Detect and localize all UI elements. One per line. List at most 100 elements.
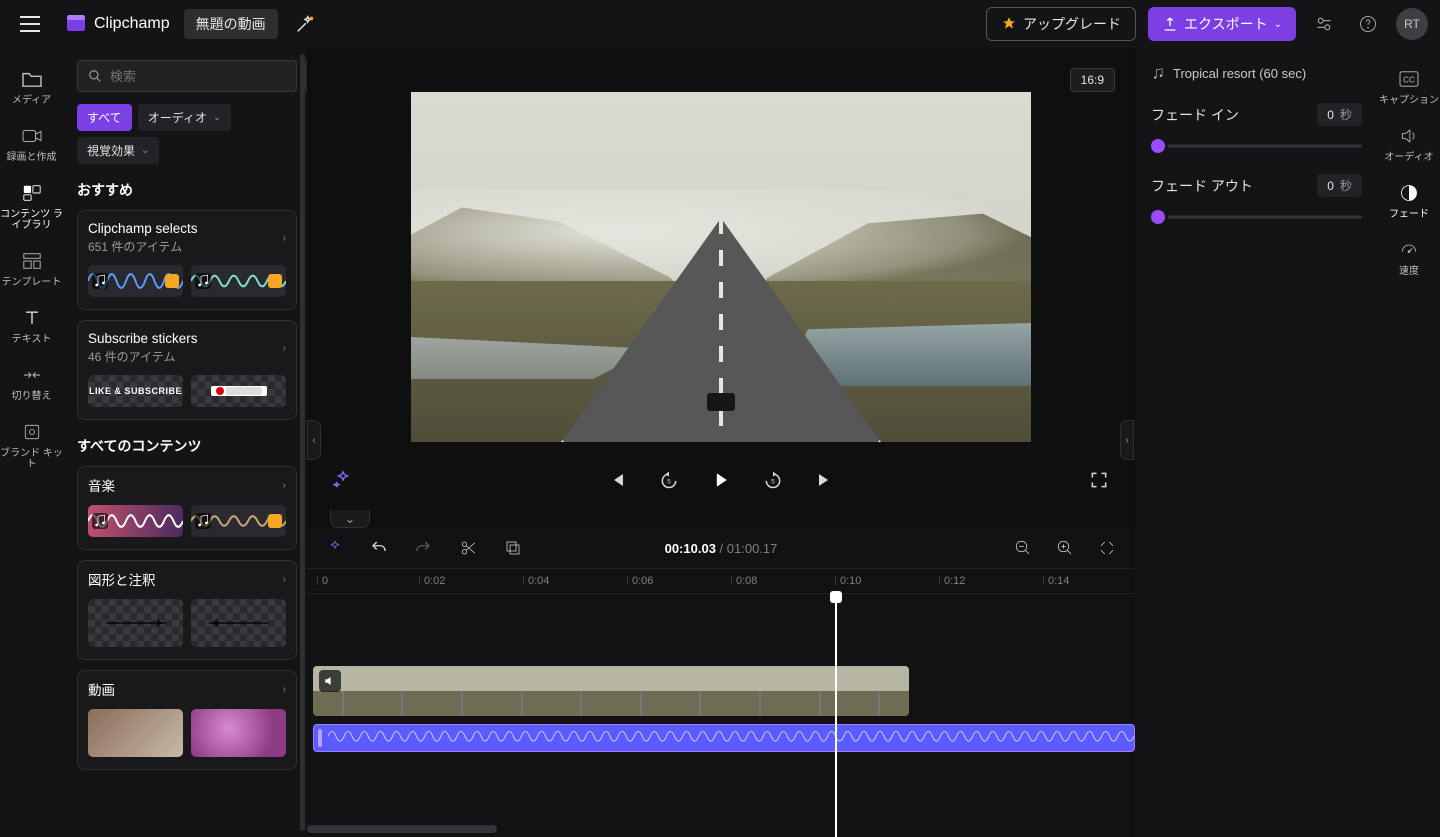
timeline-tracks[interactable] <box>307 594 1135 837</box>
audio-thumb[interactable] <box>88 505 183 537</box>
rail-speed[interactable]: 速度 <box>1378 229 1440 286</box>
rail-transitions[interactable]: 切り替え <box>0 354 63 411</box>
upgrade-button[interactable]: アップグレード <box>986 7 1136 41</box>
audio-clip[interactable] <box>313 724 1135 752</box>
rail-media[interactable]: メディア <box>0 58 63 115</box>
sticker-thumb[interactable] <box>191 375 286 407</box>
audio-thumb[interactable] <box>191 265 286 297</box>
rail-speed-label: 速度 <box>1399 266 1419 277</box>
filter-all[interactable]: すべて <box>77 104 132 131</box>
magic-wand-icon[interactable] <box>294 13 316 35</box>
hamburger-menu[interactable] <box>12 6 48 42</box>
preview-stage: 16:9 5 5 <box>307 48 1135 528</box>
forward-5-button[interactable]: 5 <box>759 466 787 494</box>
project-title[interactable]: 無題の動画 <box>184 9 278 39</box>
aspect-ratio-button[interactable]: 16:9 <box>1070 68 1115 92</box>
fade-in-row: フェード イン 0 秒 <box>1151 103 1362 152</box>
duplicate-button[interactable] <box>499 534 527 562</box>
rewind-5-button[interactable]: 5 <box>655 466 683 494</box>
content-library-panel: すべて オーディオ⌄ 視覚効果⌄ おすすめ Clipchamp selects … <box>63 48 307 837</box>
redo-button[interactable] <box>409 534 437 562</box>
library-search[interactable] <box>77 60 297 92</box>
music-note-icon <box>1151 67 1165 81</box>
play-button[interactable] <box>707 466 735 494</box>
rail-text[interactable]: テキスト <box>0 297 63 354</box>
zoom-out-button[interactable] <box>1009 534 1037 562</box>
fade-in-slider[interactable] <box>1151 140 1362 152</box>
ruler-tick: 0:04 <box>523 575 549 587</box>
fade-out-label: フェード アウト <box>1151 176 1253 196</box>
export-label: エクスポート <box>1184 14 1268 34</box>
rail-media-label: メディア <box>12 95 51 106</box>
rail-content-library[interactable]: コンテンツ ライブラリ <box>0 172 63 240</box>
category-video[interactable]: 動画 › <box>77 670 297 770</box>
music-note-icon <box>92 273 108 289</box>
rail-templates-label: テンプレート <box>2 277 62 288</box>
premium-badge-icon <box>268 514 282 528</box>
pack-subtitle: 651 件のアイテム <box>88 238 198 255</box>
app-logo[interactable]: Clipchamp <box>66 14 170 34</box>
svg-text:CC: CC <box>1403 76 1415 85</box>
video-thumb[interactable] <box>191 709 286 757</box>
svg-text:5: 5 <box>771 478 775 485</box>
playhead[interactable] <box>835 594 837 837</box>
video-clip[interactable] <box>313 666 909 716</box>
fade-out-value[interactable]: 0 秒 <box>1317 174 1362 197</box>
fade-in-label: フェード イン <box>1151 105 1239 125</box>
ruler-tick: 0:10 <box>835 575 861 587</box>
audio-thumb[interactable] <box>191 505 286 537</box>
selected-clip-name: Tropical resort (60 sec) <box>1151 66 1362 81</box>
rail-captions[interactable]: CC キャプション <box>1378 58 1440 115</box>
fade-out-slider[interactable] <box>1151 211 1362 223</box>
ai-sparkle-button[interactable] <box>329 466 357 494</box>
rail-audio[interactable]: オーディオ <box>1378 115 1440 172</box>
chevron-right-icon: › <box>283 343 286 354</box>
video-thumb[interactable] <box>88 709 183 757</box>
filter-visual[interactable]: 視覚効果⌄ <box>77 137 159 164</box>
clip-audio-icon[interactable] <box>319 670 341 692</box>
library-scrollbar[interactable] <box>300 54 305 831</box>
skip-start-button[interactable] <box>603 466 631 494</box>
shape-thumb[interactable] <box>191 599 286 647</box>
right-rail: CC キャプション オーディオ フェード 速度 <box>1378 48 1440 837</box>
rail-fade-label: フェード <box>1389 209 1429 220</box>
video-preview[interactable] <box>411 92 1031 442</box>
category-shapes[interactable]: 図形と注釈 › <box>77 560 297 660</box>
rail-record[interactable]: 録画と作成 <box>0 115 63 172</box>
category-music[interactable]: 音楽 › <box>77 466 297 550</box>
timeline-collapse-toggle[interactable]: ⌄ <box>330 510 370 528</box>
audio-thumb[interactable] <box>88 265 183 297</box>
rail-brand-kit[interactable]: ブランド キット <box>0 411 63 479</box>
zoom-in-button[interactable] <box>1051 534 1079 562</box>
settings-icon[interactable] <box>1308 8 1340 40</box>
help-icon[interactable] <box>1352 8 1384 40</box>
user-avatar[interactable]: RT <box>1396 8 1428 40</box>
rail-templates[interactable]: テンプレート <box>0 240 63 297</box>
pack-title: Subscribe stickers <box>88 331 198 346</box>
category-title: 動画 <box>88 679 115 699</box>
pack-title: Clipchamp selects <box>88 221 198 236</box>
music-note-icon <box>92 513 108 529</box>
time-total: 01:00.17 <box>727 541 778 556</box>
transport-controls: 5 5 <box>307 456 1135 504</box>
timeline: 00:10.03 / 01:00.17 0 0:02 0:04 0:06 0:0… <box>307 528 1135 837</box>
skip-end-button[interactable] <box>811 466 839 494</box>
rail-fade[interactable]: フェード <box>1378 172 1440 229</box>
split-button[interactable] <box>455 534 483 562</box>
undo-button[interactable] <box>365 534 393 562</box>
library-search-input[interactable] <box>110 69 286 84</box>
pack-subscribe-stickers[interactable]: Subscribe stickers 46 件のアイテム › LIKE & SU… <box>77 320 297 420</box>
shape-thumb[interactable] <box>88 599 183 647</box>
upgrade-label: アップグレード <box>1023 14 1121 34</box>
fade-in-value[interactable]: 0 秒 <box>1317 103 1362 126</box>
zoom-fit-button[interactable] <box>1093 534 1121 562</box>
music-note-icon <box>195 513 211 529</box>
sticker-thumb[interactable]: LIKE & SUBSCRIBE <box>88 375 183 407</box>
pack-clipchamp-selects[interactable]: Clipchamp selects 651 件のアイテム › <box>77 210 297 310</box>
fullscreen-button[interactable] <box>1085 466 1113 494</box>
timeline-ruler[interactable]: 0 0:02 0:04 0:06 0:08 0:10 0:12 0:14 <box>307 568 1135 594</box>
filter-audio[interactable]: オーディオ⌄ <box>138 104 232 131</box>
ai-timeline-button[interactable] <box>321 534 349 562</box>
export-button[interactable]: エクスポート ⌄ <box>1148 7 1296 41</box>
timeline-hscrollbar[interactable] <box>307 825 497 833</box>
